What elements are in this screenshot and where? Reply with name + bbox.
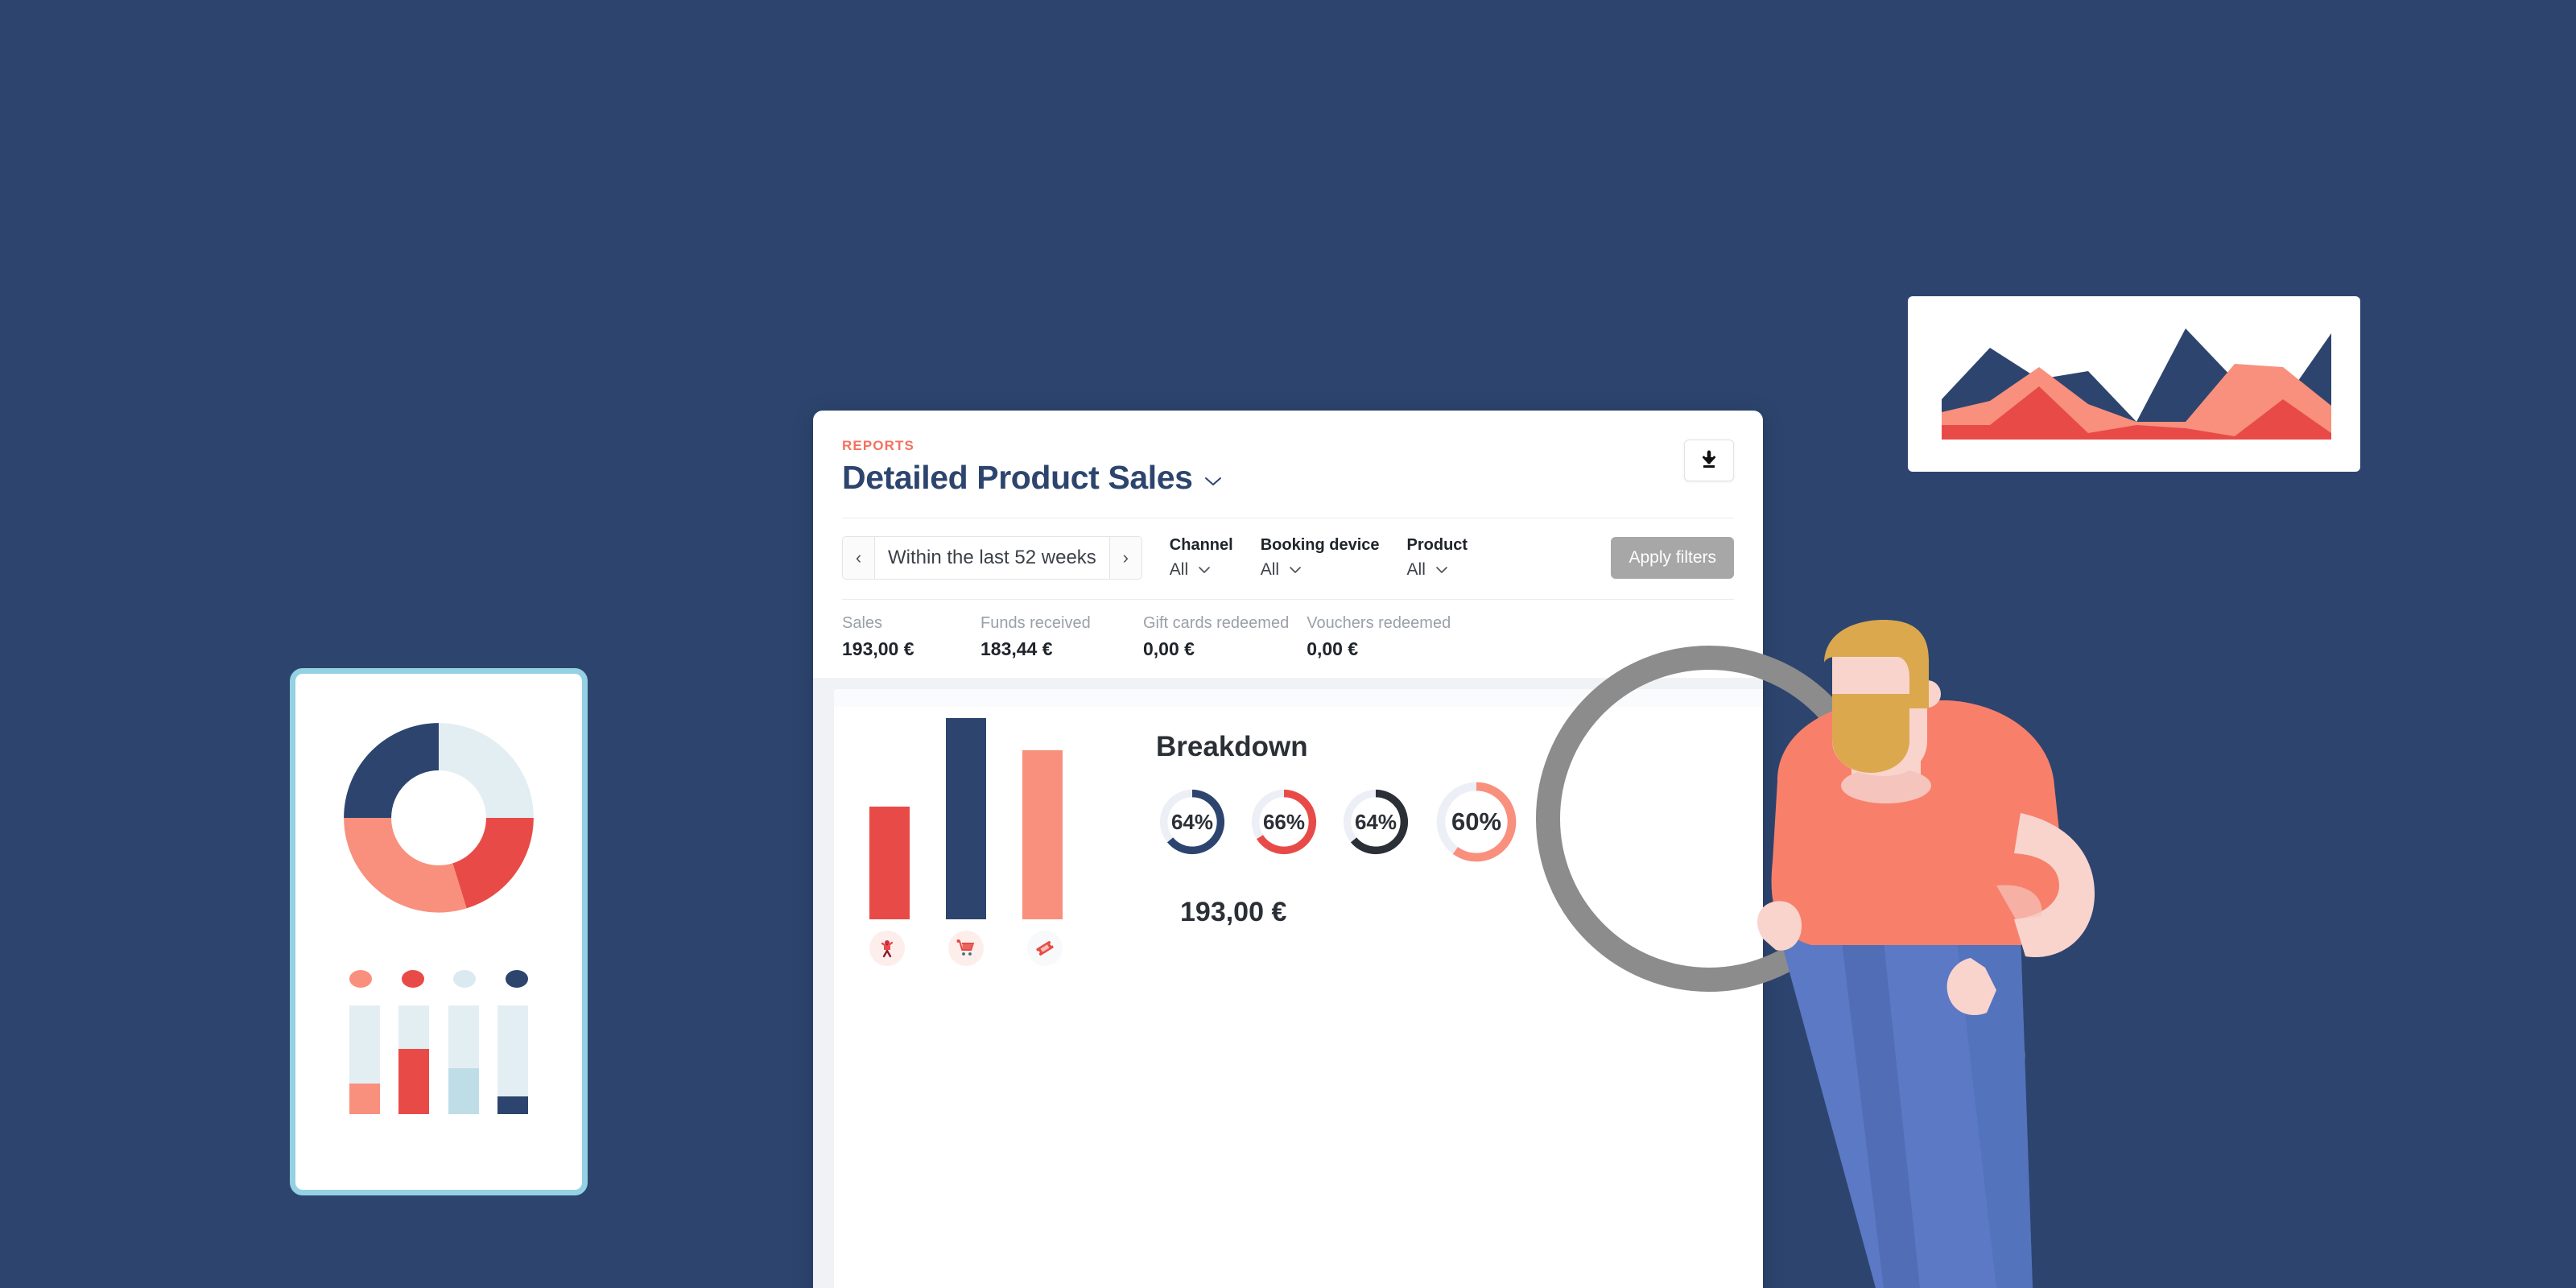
chevron-down-icon [1289, 562, 1302, 578]
ticket-icon [1027, 931, 1063, 966]
filter-booking-device-select[interactable]: All [1261, 560, 1380, 580]
date-range-navigator: ‹ Within the last 52 weeks › [842, 536, 1142, 580]
decorative-legend [349, 970, 528, 988]
bar-track [448, 1005, 479, 1114]
legend-dot-pale [453, 970, 477, 988]
apply-filters-button[interactable]: Apply filters [1611, 537, 1734, 579]
donut-value: 64% [1170, 809, 1214, 834]
character-beard [1832, 694, 1909, 773]
breakdown-donut-row: 64% 66% 64% 60% [1156, 782, 1521, 867]
donut-64-dark: 64% [1340, 786, 1412, 858]
filter-booking-device-value: All [1260, 560, 1280, 579]
breakdown-title: Breakdown [1156, 731, 1308, 762]
bar-dancing-person [869, 807, 910, 919]
filter-product: Product All [1407, 536, 1468, 580]
bar-track [398, 1005, 430, 1114]
filter-product-value: All [1406, 560, 1426, 579]
metric-label: Sales [842, 614, 883, 632]
page-title: Detailed Product Sales [842, 459, 1193, 496]
donut-value: 66% [1262, 809, 1306, 834]
bar-fill [448, 1068, 479, 1114]
donut-64-navy: 64% [1156, 786, 1228, 858]
bar-track [349, 1005, 380, 1114]
bar-track [497, 1005, 528, 1114]
decorative-analytics-card [290, 668, 588, 1195]
legend-dot-coral [349, 970, 372, 988]
bar-fill [497, 1096, 528, 1114]
shopping-cart-icon [948, 931, 984, 966]
chevron-down-icon [1435, 562, 1448, 578]
filter-channel-label: Channel [1169, 536, 1233, 554]
filter-channel: Channel All [1170, 536, 1233, 580]
card-header: REPORTS Detailed Product Sales [813, 411, 1763, 497]
sales-channel-icons [869, 931, 1063, 966]
filter-channel-value: All [1169, 560, 1189, 579]
filter-booking-device: Booking device All [1261, 536, 1380, 580]
decorative-bar-chart [349, 1005, 528, 1114]
filter-bar: ‹ Within the last 52 weeks › Channel All… [813, 518, 1763, 599]
date-prev-button[interactable]: ‹ [842, 536, 874, 580]
metric-label: Gift cards redeemed [1143, 614, 1290, 632]
bar-fill [349, 1084, 380, 1114]
character-illustration [1757, 620, 2095, 1288]
mini-area-chart-card [1908, 296, 2360, 472]
metric-label: Vouchers redeemed [1307, 614, 1451, 632]
sales-channel-bar-chart [869, 718, 1063, 919]
metric-value: 0,00 € [1307, 638, 1359, 659]
metric-label: Funds received [980, 614, 1091, 632]
filter-product-label: Product [1406, 536, 1468, 554]
chevron-down-icon [1198, 562, 1211, 578]
metric-value: 193,00 € [842, 638, 914, 659]
download-icon [1703, 450, 1715, 468]
donut-value: 64% [1354, 809, 1397, 834]
bar-shopping-cart [946, 718, 986, 919]
legend-dot-red [401, 970, 424, 988]
title-row: Detailed Product Sales [842, 459, 1734, 497]
illustration-stage: REPORTS Detailed Product Sales ‹ Within … [0, 0, 2576, 1288]
mini-area-chart [1942, 328, 2331, 440]
breadcrumb-reports: REPORTS [842, 438, 914, 453]
date-range-value[interactable]: Within the last 52 weeks [874, 536, 1110, 580]
decorative-donut-chart [333, 712, 544, 923]
chevron-down-icon[interactable] [1204, 471, 1222, 491]
metric-funds-received: Funds received 183,44 € [980, 614, 1125, 660]
metric-value: 0,00 € [1143, 638, 1195, 659]
date-next-button[interactable]: › [1109, 536, 1142, 580]
breakdown-grand-total: 193,00 € [1180, 897, 1287, 927]
metric-vouchers-redeemed: Vouchers redeemed 0,00 € [1307, 614, 1451, 660]
metric-gift-cards-redeemed: Gift cards redeemed 0,00 € [1143, 614, 1289, 660]
dancing-person-icon [869, 931, 905, 966]
metric-value: 183,44 € [980, 638, 1053, 659]
legend-dot-navy [505, 970, 528, 988]
bar-fill [398, 1049, 430, 1114]
donut-66-red: 66% [1248, 786, 1320, 858]
character-left-hand [1757, 901, 1802, 951]
filter-booking-device-label: Booking device [1260, 536, 1380, 554]
download-button[interactable] [1684, 440, 1734, 481]
filter-channel-select[interactable]: All [1170, 560, 1233, 580]
bar-ticket [1022, 750, 1063, 919]
filter-product-select[interactable]: All [1407, 560, 1468, 580]
metric-sales: Sales 193,00 € [842, 614, 963, 660]
